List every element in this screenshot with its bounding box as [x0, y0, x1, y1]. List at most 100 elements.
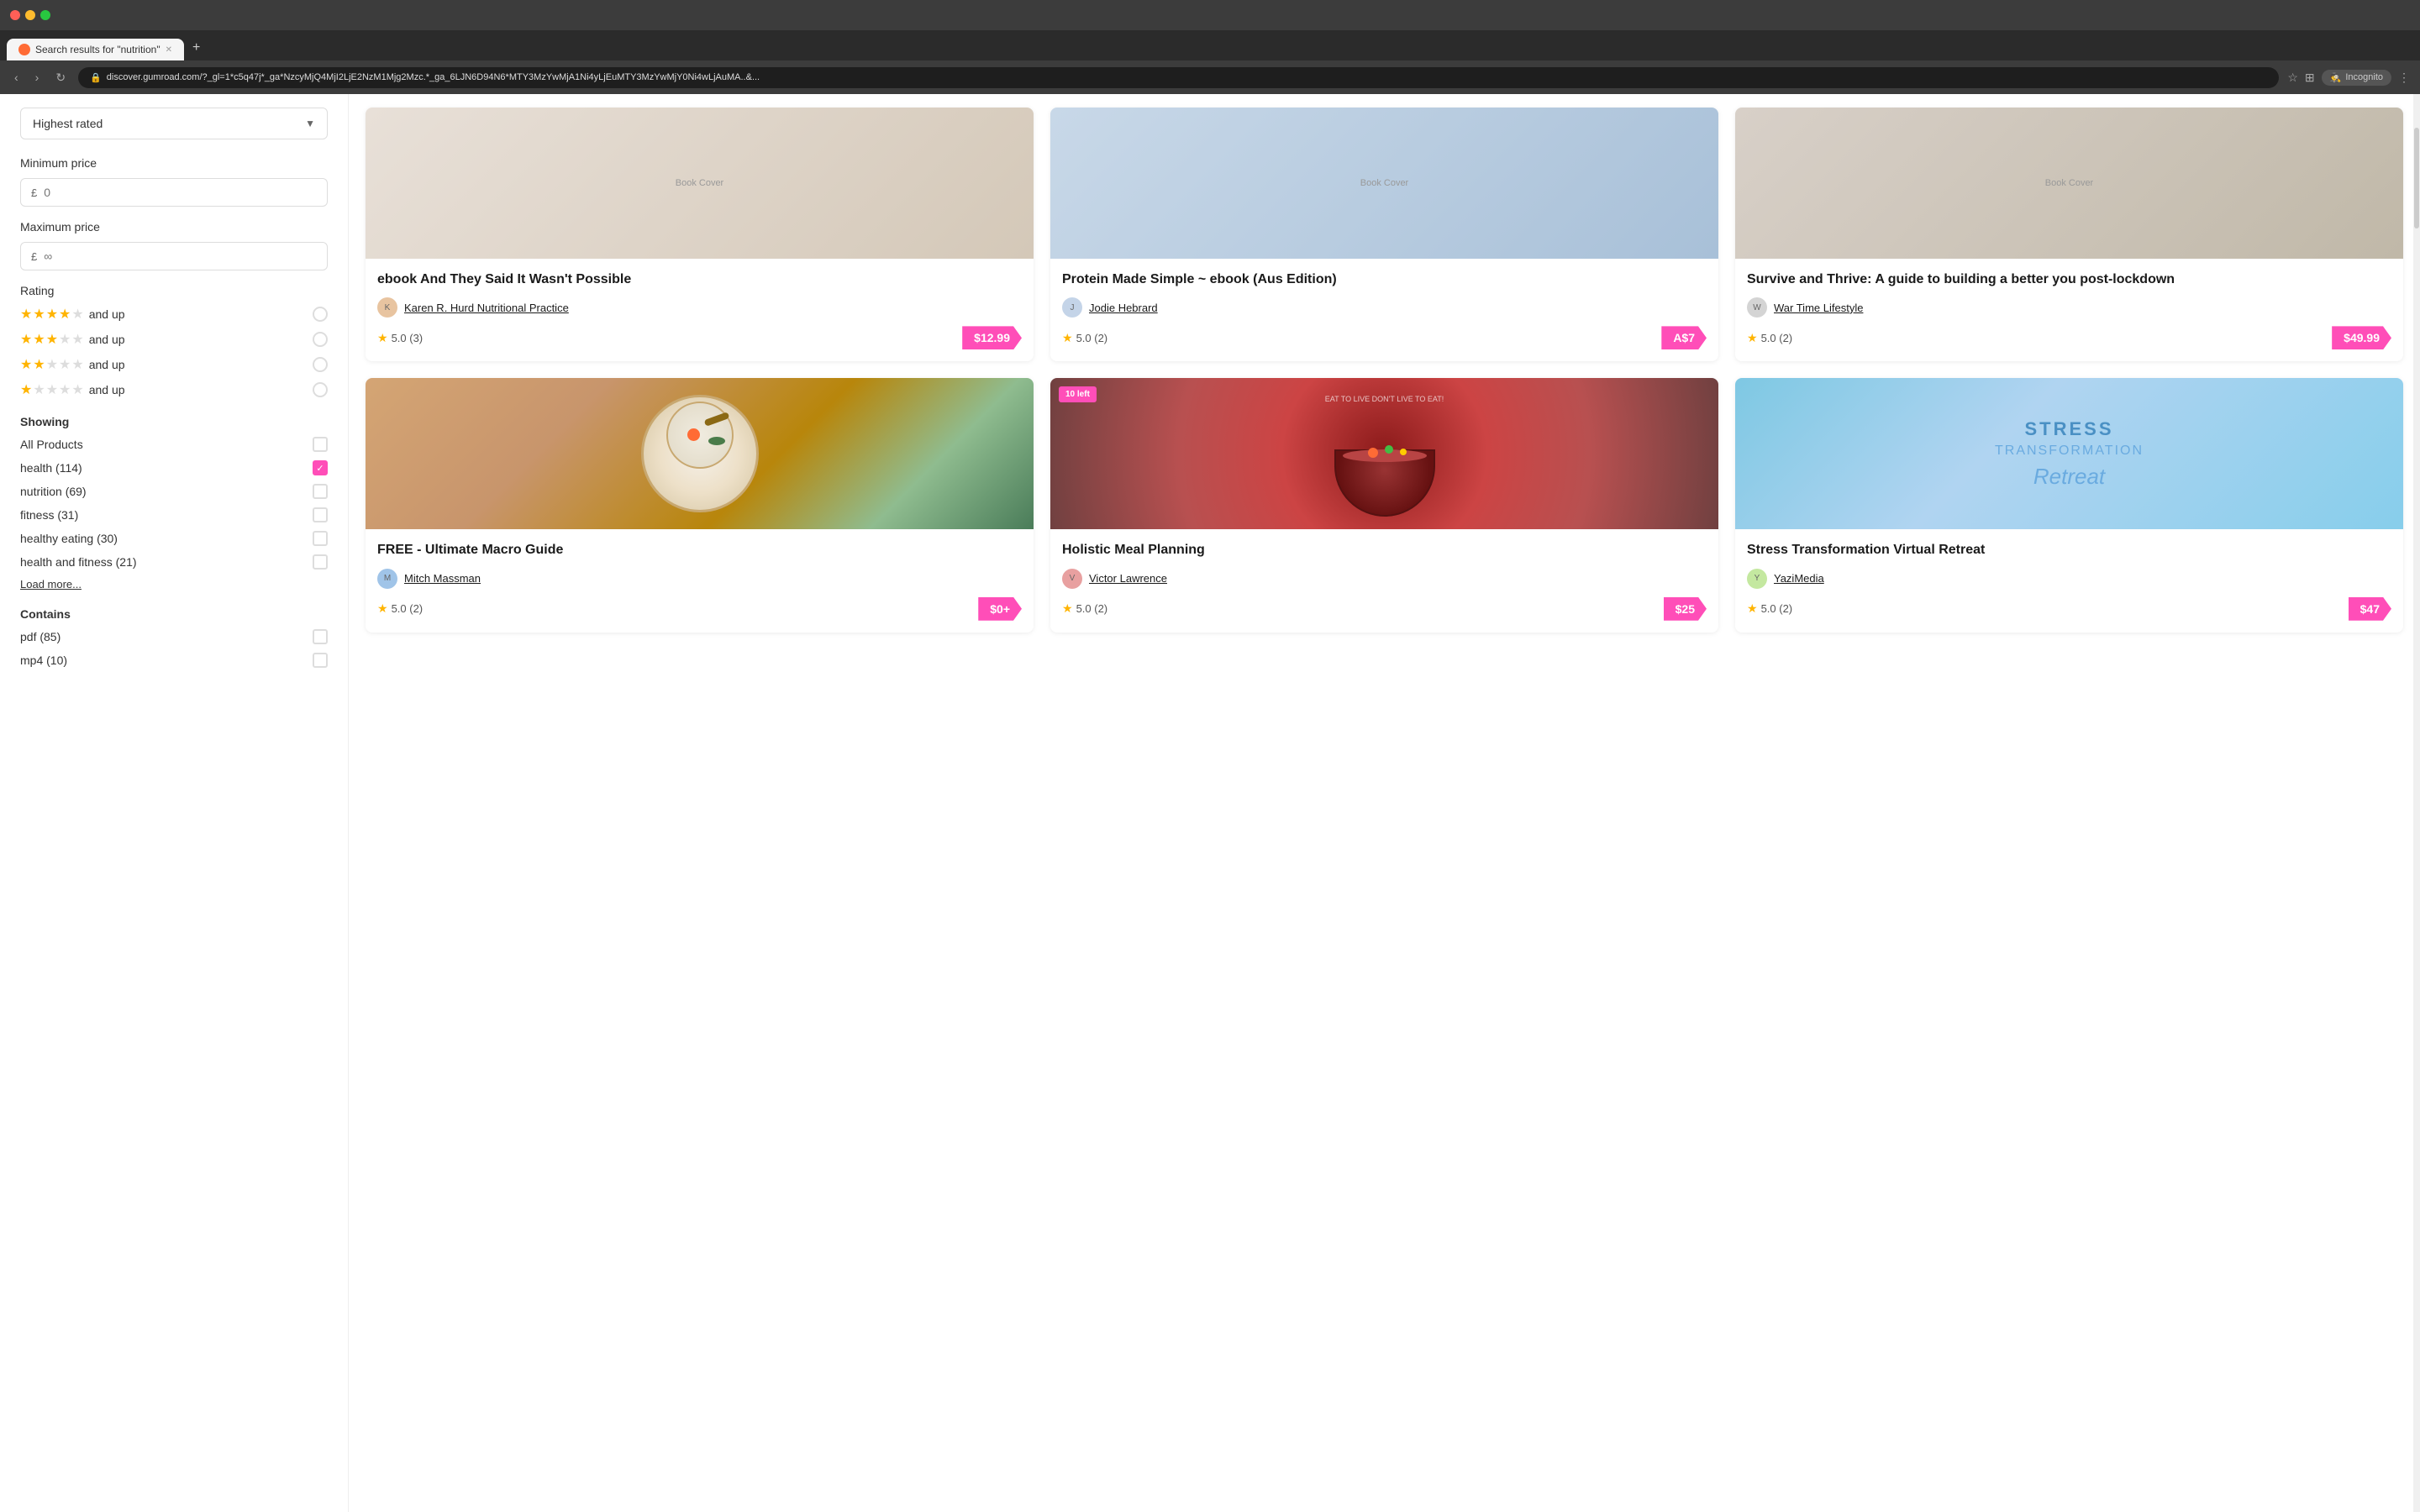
- showing-label-fitness: fitness (31): [20, 508, 78, 522]
- showing-row-health: health (114): [20, 460, 328, 475]
- new-tab-button[interactable]: +: [184, 35, 208, 60]
- extensions-button[interactable]: ⊞: [2305, 71, 2315, 85]
- url-input[interactable]: 🔒 discover.gumroad.com/?_gl=1*c5q47j*_ga…: [78, 67, 2279, 88]
- product-rating-1: ★ 5.0 (3): [377, 331, 423, 345]
- showing-checkbox-healthy-eating[interactable]: [313, 531, 328, 546]
- star-1: ★: [20, 331, 32, 348]
- load-more-link[interactable]: Load more...: [20, 578, 328, 591]
- close-button[interactable]: [10, 10, 20, 20]
- showing-checkbox-fitness[interactable]: [313, 507, 328, 522]
- product-image-2: Book Cover: [1050, 108, 1718, 259]
- product-info-3: Survive and Thrive: A guide to building …: [1735, 259, 2403, 361]
- rating-radio-2[interactable]: [313, 357, 328, 372]
- maximize-button[interactable]: [40, 10, 50, 20]
- product-card-1[interactable]: Book Cover ebook And They Said It Wasn't…: [366, 108, 1034, 361]
- rating-star-icon-2: ★: [1062, 331, 1073, 345]
- author-avatar-4: M: [377, 569, 397, 589]
- star-4: ★: [59, 381, 71, 398]
- showing-row-fitness: fitness (31): [20, 507, 328, 522]
- max-price-input[interactable]: [44, 249, 317, 263]
- star-5: ★: [71, 381, 83, 398]
- showing-row-health-fitness: health and fitness (21): [20, 554, 328, 570]
- price-tag-2: A$7: [1661, 326, 1707, 349]
- product-rating-3: ★ 5.0 (2): [1747, 331, 1792, 345]
- star-3: ★: [46, 306, 58, 323]
- scrollbar-thumb[interactable]: [2414, 128, 2419, 228]
- author-avatar-2: J: [1062, 297, 1082, 318]
- author-avatar-6: Y: [1747, 569, 1767, 589]
- product-image-5: 10 left EAT TO LIVE DON'T LIVE TO EAT!: [1050, 378, 1718, 529]
- rating-radio-3[interactable]: [313, 332, 328, 347]
- reload-button[interactable]: ↻: [51, 69, 70, 87]
- rating-row-1: ★ ★ ★ ★ ★ and up: [20, 381, 328, 398]
- product-card-5[interactable]: 10 left EAT TO LIVE DON'T LIVE TO EAT! H…: [1050, 378, 1718, 632]
- author-name-3[interactable]: War Time Lifestyle: [1774, 302, 1863, 314]
- showing-row-healthy-eating: healthy eating (30): [20, 531, 328, 546]
- product-author-2: J Jodie Hebrard: [1062, 297, 1707, 318]
- showing-checkbox-all[interactable]: [313, 437, 328, 452]
- product-author-3: W War Time Lifestyle: [1747, 297, 2391, 318]
- star-2: ★: [33, 381, 45, 398]
- rating-radio-1[interactable]: [313, 382, 328, 397]
- minimize-button[interactable]: [25, 10, 35, 20]
- product-footer-1: ★ 5.0 (3) $12.99: [377, 326, 1022, 349]
- stars-3: ★ ★ ★ ★ ★: [20, 331, 84, 348]
- showing-label-health-fitness: health and fitness (21): [20, 555, 137, 569]
- showing-label-nutrition: nutrition (69): [20, 485, 87, 498]
- author-name-5[interactable]: Victor Lawrence: [1089, 572, 1167, 585]
- showing-checkbox-health-fitness[interactable]: [313, 554, 328, 570]
- contains-checkbox-pdf[interactable]: [313, 629, 328, 644]
- sort-dropdown[interactable]: Highest rated ▼: [20, 108, 328, 139]
- tab-close-button[interactable]: ✕: [166, 45, 172, 55]
- and-up-1: and up: [89, 383, 125, 396]
- product-card-3[interactable]: Book Cover Survive and Thrive: A guide t…: [1735, 108, 2403, 361]
- showing-checkbox-health[interactable]: [313, 460, 328, 475]
- max-price-label: Maximum price: [20, 220, 328, 234]
- eat-to-live-text: EAT TO LIVE DON'T LIVE TO EAT!: [1325, 395, 1444, 403]
- author-name-4[interactable]: Mitch Massman: [404, 572, 481, 585]
- author-avatar-1: K: [377, 297, 397, 318]
- min-price-input[interactable]: [44, 186, 317, 199]
- url-text: discover.gumroad.com/?_gl=1*c5q47j*_ga*N…: [107, 72, 760, 82]
- min-price-input-wrap: £: [20, 178, 328, 207]
- menu-button[interactable]: ⋮: [2398, 71, 2410, 85]
- rating-star-icon-3: ★: [1747, 331, 1758, 345]
- rating-radio-4[interactable]: [313, 307, 328, 322]
- page-layout: Highest rated ▼ Minimum price £ Maximum …: [0, 94, 2420, 1512]
- and-up-4: and up: [89, 307, 125, 321]
- rating-row-2: ★ ★ ★ ★ ★ and up: [20, 356, 328, 373]
- product-card-6[interactable]: STRESS TRANSFORMATION Retreat Stress Tra…: [1735, 378, 2403, 632]
- product-author-6: Y YaziMedia: [1747, 569, 2391, 589]
- price-tag-1: $12.99: [962, 326, 1022, 349]
- star-3: ★: [46, 331, 58, 348]
- rating-section: Rating ★ ★ ★ ★ ★ and up: [20, 284, 328, 398]
- product-author-5: V Victor Lawrence: [1062, 569, 1707, 589]
- active-tab[interactable]: Search results for "nutrition" ✕: [7, 39, 184, 60]
- rating-value-4: 5.0 (2): [392, 602, 424, 615]
- rating-row-4: ★ ★ ★ ★ ★ and up: [20, 306, 328, 323]
- product-info-2: Protein Made Simple ~ ebook (Aus Edition…: [1050, 259, 1718, 361]
- address-bar: ‹ › ↻ 🔒 discover.gumroad.com/?_gl=1*c5q4…: [0, 60, 2420, 94]
- stars-2: ★ ★ ★ ★ ★: [20, 356, 84, 373]
- contains-checkbox-mp4[interactable]: [313, 653, 328, 668]
- price-tag-5: $25: [1664, 597, 1707, 621]
- incognito-icon: 🕵: [2330, 72, 2342, 83]
- incognito-label: Incognito: [2345, 72, 2383, 82]
- tab-bar: Search results for "nutrition" ✕ +: [0, 30, 2420, 60]
- tab-title: Search results for "nutrition": [35, 44, 160, 55]
- showing-checkbox-nutrition[interactable]: [313, 484, 328, 499]
- forward-button[interactable]: ›: [31, 69, 44, 86]
- bookmark-button[interactable]: ☆: [2287, 71, 2298, 85]
- rating-star-icon-6: ★: [1747, 601, 1758, 616]
- scrollbar[interactable]: [2413, 94, 2420, 1512]
- contains-section: Contains pdf (85) mp4 (10): [20, 607, 328, 668]
- author-name-6[interactable]: YaziMedia: [1774, 572, 1824, 585]
- price-tag-3: $49.99: [2332, 326, 2391, 349]
- star-5: ★: [71, 331, 83, 348]
- back-button[interactable]: ‹: [10, 69, 23, 86]
- author-name-2[interactable]: Jodie Hebrard: [1089, 302, 1158, 314]
- product-card-2[interactable]: Book Cover Protein Made Simple ~ ebook (…: [1050, 108, 1718, 361]
- product-card-4[interactable]: FREE - Ultimate Macro Guide M Mitch Mass…: [366, 378, 1034, 632]
- product-author-4: M Mitch Massman: [377, 569, 1022, 589]
- author-name-1[interactable]: Karen R. Hurd Nutritional Practice: [404, 302, 569, 314]
